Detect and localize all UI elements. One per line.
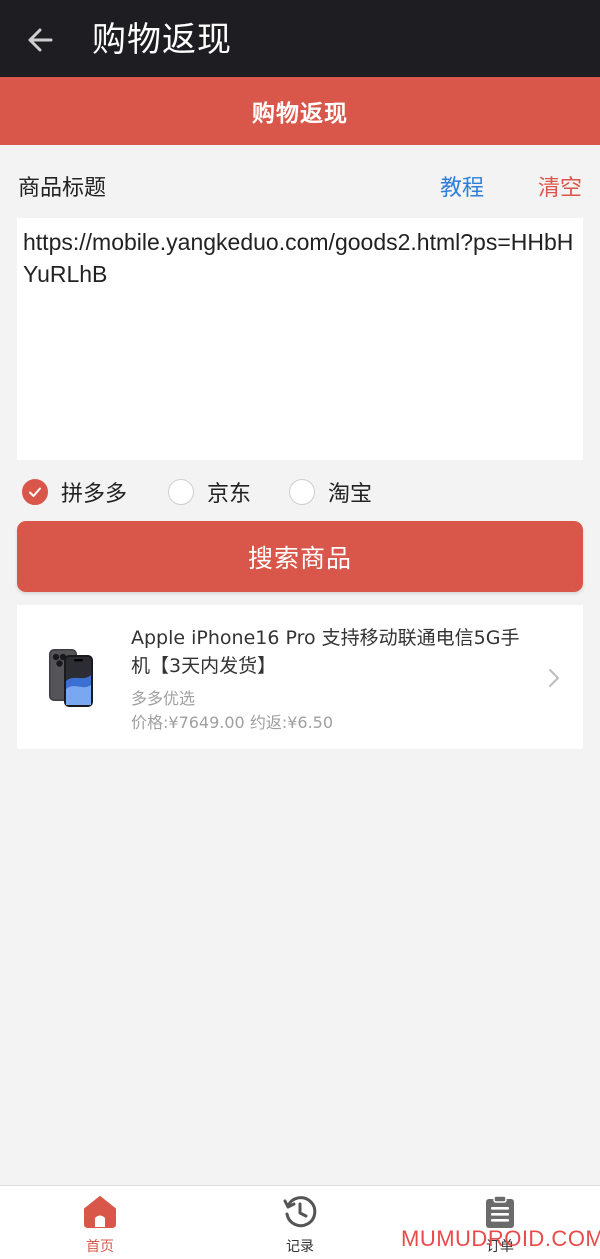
clear-link[interactable]: 清空 xyxy=(538,170,582,202)
product-shop-name: 多多优选 xyxy=(131,689,196,708)
arrow-left-icon xyxy=(28,28,53,52)
banner-title: 购物返现 xyxy=(252,101,348,127)
radio-unchecked-icon xyxy=(168,479,194,505)
product-title: Apple iPhone16 Pro 支持移动联通电信5G手机【3天内发货】 xyxy=(131,627,520,677)
app-bar-title: 购物返现 xyxy=(92,20,232,60)
product-card[interactable]: Apple iPhone16 Pro 支持移动联通电信5G手机【3天内发货】 多… xyxy=(17,605,583,749)
clipboard-icon xyxy=(486,1195,514,1228)
watermark: MUMUDROID.COM xyxy=(401,1226,600,1251)
product-url-input[interactable]: https://mobile.yangkeduo.com/goods2.html… xyxy=(17,218,583,460)
nav-label-history: 记录 xyxy=(286,1239,314,1255)
chevron-right-icon xyxy=(549,669,559,687)
iphone-product-image xyxy=(49,649,93,707)
search-products-button[interactable]: 搜索商品 xyxy=(17,521,583,592)
tutorial-link[interactable]: 教程 xyxy=(440,170,484,202)
radio-label: 淘宝 xyxy=(328,482,373,507)
nav-item-history[interactable]: 记录 xyxy=(200,1186,400,1259)
radio-option-taobao[interactable]: 淘宝 xyxy=(289,472,372,512)
nav-label-home: 首页 xyxy=(86,1239,114,1255)
section-banner: 购物返现 xyxy=(0,77,600,145)
radio-option-jingdong[interactable]: 京东 xyxy=(168,472,251,512)
product-price-rebate: 价格:¥7649.00 约返:¥6.50 xyxy=(131,713,334,732)
history-icon xyxy=(283,1196,317,1228)
back-button[interactable] xyxy=(22,22,58,58)
product-title-label: 商品标题 xyxy=(18,176,107,201)
radio-checked-icon xyxy=(22,479,48,505)
radio-label: 京东 xyxy=(207,482,252,507)
home-icon xyxy=(84,1196,116,1228)
radio-label: 拼多多 xyxy=(61,482,128,507)
nav-item-home[interactable]: 首页 xyxy=(0,1186,200,1259)
radio-unchecked-icon xyxy=(289,479,315,505)
app-bar: 购物返现 xyxy=(0,0,600,77)
search-button-label: 搜索商品 xyxy=(247,543,352,573)
platform-selector: 拼多多 京东 淘宝 xyxy=(22,472,582,512)
radio-option-pinduoduo[interactable]: 拼多多 xyxy=(22,472,127,512)
product-title-row: 商品标题 教程 清空 xyxy=(18,164,582,204)
